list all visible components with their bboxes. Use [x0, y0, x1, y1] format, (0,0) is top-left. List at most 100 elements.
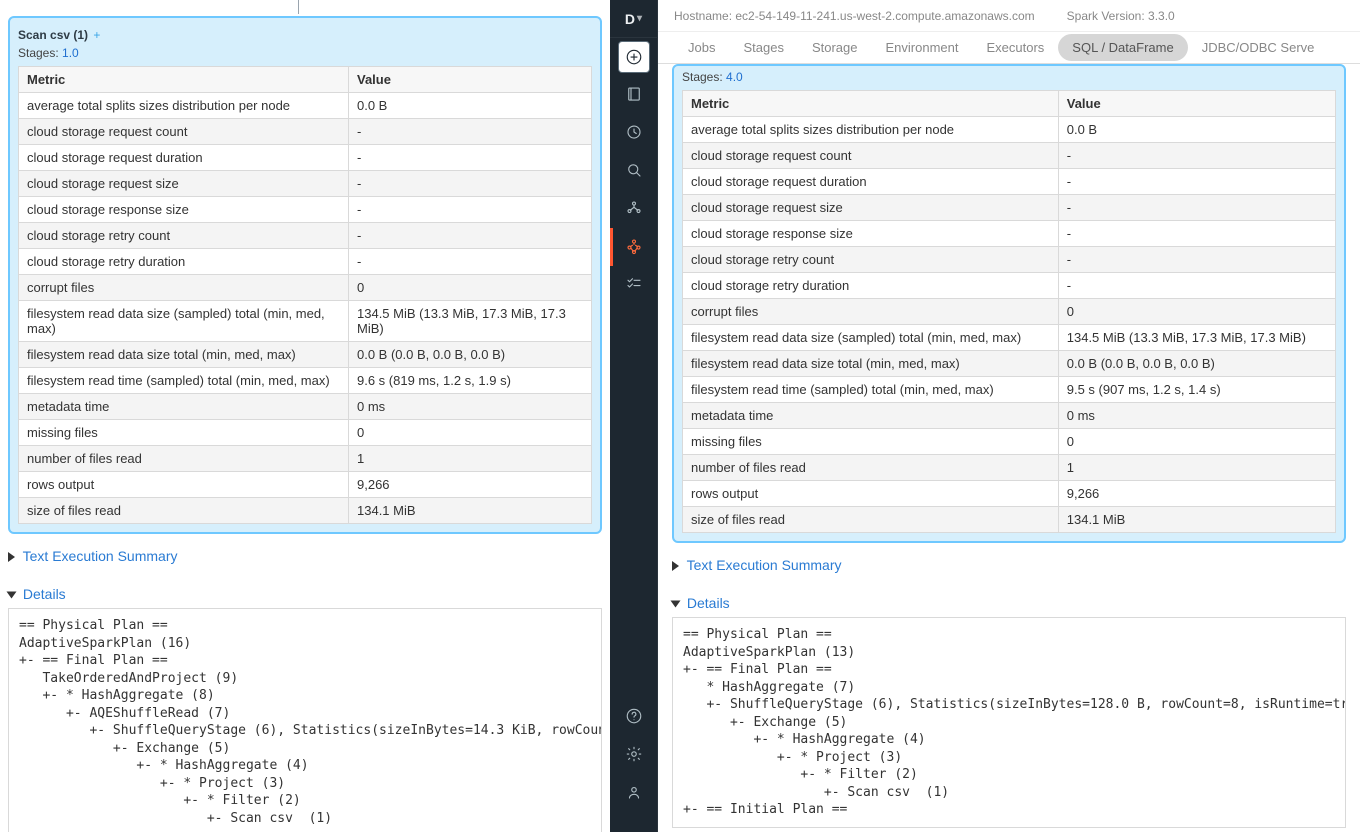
metric-name: rows output	[683, 481, 1059, 507]
metric-name: cloud storage response size	[683, 221, 1059, 247]
metric-name: cloud storage retry duration	[683, 273, 1059, 299]
triangle-right-icon	[672, 561, 679, 571]
table-row: cloud storage response size-	[19, 197, 592, 223]
metric-value: 134.1 MiB	[1058, 507, 1335, 533]
metric-name: cloud storage request count	[683, 143, 1059, 169]
tab-stages[interactable]: Stages	[729, 34, 797, 61]
tab-sql-dataframe[interactable]: SQL / DataFrame	[1058, 34, 1187, 61]
physical-plan-right: == Physical Plan == AdaptiveSparkPlan (1…	[672, 617, 1346, 828]
table-row: filesystem read time (sampled) total (mi…	[19, 368, 592, 394]
stages-line-right: Stages: 4.0	[682, 66, 1336, 90]
metric-value: 134.5 MiB (13.3 MiB, 17.3 MiB, 17.3 MiB)	[1058, 325, 1335, 351]
stages-link[interactable]: 1.0	[62, 46, 79, 60]
metric-name: corrupt files	[19, 275, 349, 301]
table-row: size of files read134.1 MiB	[683, 507, 1336, 533]
metric-name: cloud storage request duration	[19, 145, 349, 171]
table-row: filesystem read data size (sampled) tota…	[19, 301, 592, 342]
table-row: size of files read134.1 MiB	[19, 498, 592, 524]
sidebar-item-search[interactable]	[610, 152, 658, 190]
metric-name: cloud storage request duration	[683, 169, 1059, 195]
col-metric: Metric	[683, 91, 1059, 117]
tab-storage[interactable]: Storage	[798, 34, 872, 61]
metric-name: cloud storage retry count	[19, 223, 349, 249]
deploy-icon	[625, 199, 643, 220]
text-exec-summary-toggle-right[interactable]: Text Execution Summary	[672, 557, 1346, 573]
connector-line	[298, 0, 299, 14]
sidebar-item-account[interactable]	[610, 774, 658, 812]
gear-icon	[625, 745, 643, 766]
triangle-down-icon	[671, 601, 681, 608]
details-toggle-right[interactable]: Details	[672, 595, 1346, 611]
table-row: metadata time0 ms	[19, 394, 592, 420]
table-row: number of files read1	[19, 446, 592, 472]
new-button[interactable]	[610, 38, 658, 76]
metric-name: filesystem read data size total (min, me…	[683, 351, 1059, 377]
table-row: corrupt files0	[19, 275, 592, 301]
search-icon	[625, 161, 643, 182]
details-link[interactable]: Details	[687, 595, 730, 611]
user-icon	[625, 783, 643, 804]
tab-environment[interactable]: Environment	[872, 34, 973, 61]
sidebar-footer-gap	[610, 812, 658, 832]
table-row: filesystem read data size (sampled) tota…	[683, 325, 1336, 351]
table-row: metadata time0 ms	[683, 403, 1336, 429]
metric-name: metadata time	[683, 403, 1059, 429]
brand-logo[interactable]: D▾	[610, 0, 658, 38]
sidebar-item-workflows[interactable]	[610, 190, 658, 228]
scan-csv-box-left: Scan csv (1) + Stages: 1.0 Metric Value …	[8, 16, 602, 534]
text-exec-summary-link[interactable]: Text Execution Summary	[23, 548, 178, 564]
metric-value: 0.0 B (0.0 B, 0.0 B, 0.0 B)	[1058, 351, 1335, 377]
sidebar-item-jobs[interactable]	[610, 266, 658, 304]
hostname-value: ec2-54-149-11-241.us-west-2.compute.amaz…	[735, 9, 1034, 23]
table-row: average total splits sizes distribution …	[683, 117, 1336, 143]
metric-value: -	[1058, 195, 1335, 221]
spark-version: Spark Version: 3.3.0	[1067, 9, 1175, 23]
metric-value: 9.6 s (819 ms, 1.2 s, 1.9 s)	[349, 368, 592, 394]
text-exec-summary-link[interactable]: Text Execution Summary	[687, 557, 842, 573]
metric-name: filesystem read time (sampled) total (mi…	[683, 377, 1059, 403]
metric-value: 9,266	[349, 472, 592, 498]
sidebar-item-settings[interactable]	[610, 736, 658, 774]
table-row: number of files read1	[683, 455, 1336, 481]
table-row: filesystem read data size total (min, me…	[19, 342, 592, 368]
details-link[interactable]: Details	[23, 586, 66, 602]
sidebar-item-recents[interactable]	[610, 114, 658, 152]
brand-letter: D	[625, 11, 635, 27]
details-toggle[interactable]: Details	[8, 586, 602, 602]
metric-name: cloud storage response size	[19, 197, 349, 223]
stages-link[interactable]: 4.0	[726, 70, 743, 84]
hostname-label: Hostname:	[674, 9, 732, 23]
table-row: cloud storage response size-	[683, 221, 1336, 247]
text-exec-summary-toggle[interactable]: Text Execution Summary	[8, 548, 602, 564]
sidebar-item-help[interactable]	[610, 698, 658, 736]
metric-name: cloud storage request size	[683, 195, 1059, 221]
table-row: rows output9,266	[19, 472, 592, 498]
metric-value: 0	[349, 275, 592, 301]
table-row: corrupt files0	[683, 299, 1336, 325]
tab-jdbc-odbc-serve[interactable]: JDBC/ODBC Serve	[1188, 34, 1329, 61]
table-row: cloud storage request count-	[19, 119, 592, 145]
metric-name: number of files read	[19, 446, 349, 472]
metric-name: missing files	[683, 429, 1059, 455]
table-row: cloud storage request size-	[19, 171, 592, 197]
tab-jobs[interactable]: Jobs	[674, 34, 729, 61]
stages-line: Stages: 1.0	[18, 46, 592, 66]
metric-value: -	[1058, 143, 1335, 169]
metric-value: -	[349, 119, 592, 145]
metric-name: filesystem read time (sampled) total (mi…	[19, 368, 349, 394]
tab-executors[interactable]: Executors	[972, 34, 1058, 61]
metric-name: missing files	[19, 420, 349, 446]
metrics-table-right: Metric Value average total splits sizes …	[682, 90, 1336, 533]
metric-value: 0.0 B	[349, 93, 592, 119]
col-value: Value	[1058, 91, 1335, 117]
expand-plus-icon[interactable]: +	[93, 28, 100, 42]
sidebar-item-notebooks[interactable]	[610, 76, 658, 114]
table-row: filesystem read time (sampled) total (mi…	[683, 377, 1336, 403]
scan-title-text: Scan csv (1)	[18, 28, 88, 42]
sidebar-item-compute[interactable]	[610, 228, 658, 266]
metric-value: 0.0 B	[1058, 117, 1335, 143]
table-row: missing files0	[683, 429, 1336, 455]
metric-value: 1	[349, 446, 592, 472]
col-metric: Metric	[19, 67, 349, 93]
metric-name: cloud storage request count	[19, 119, 349, 145]
